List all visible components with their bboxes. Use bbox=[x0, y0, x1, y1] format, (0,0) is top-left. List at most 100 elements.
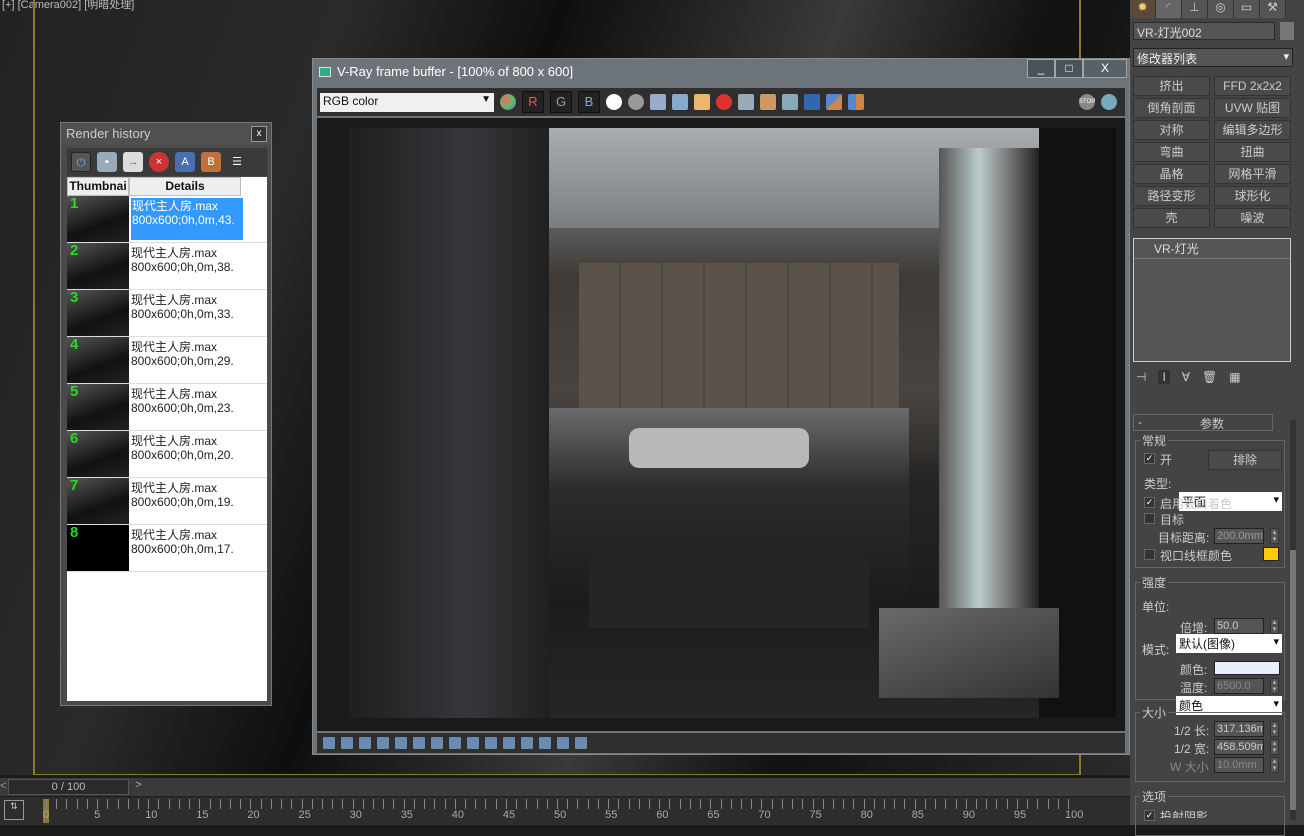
modifier-button[interactable]: 噪波 bbox=[1214, 208, 1291, 228]
time-slider-track[interactable]: < 0 / 100 > bbox=[0, 778, 1130, 796]
channel-select[interactable]: RGB color ▼ bbox=[320, 92, 494, 112]
wire-color-swatch[interactable] bbox=[1263, 547, 1279, 561]
blue-channel-toggle[interactable]: B bbox=[578, 91, 600, 113]
configure-sets-icon[interactable]: ▦ bbox=[1229, 370, 1240, 384]
maximize-button[interactable]: □ bbox=[1055, 59, 1083, 78]
lut-icon[interactable] bbox=[377, 737, 389, 749]
save-icon[interactable]: ▪ bbox=[97, 152, 117, 172]
history-item[interactable]: 2 现代主人房.max 800x600;0h,0m,38. bbox=[67, 243, 267, 290]
modifier-button[interactable]: FFD 2x2x2 bbox=[1214, 76, 1291, 96]
half-length-field[interactable]: 317.136m bbox=[1214, 721, 1264, 737]
history-item[interactable]: 5 现代主人房.max 800x600;0h,0m,23. bbox=[67, 384, 267, 431]
info-icon[interactable] bbox=[359, 737, 371, 749]
track-mouse-icon[interactable] bbox=[760, 94, 776, 110]
column-header-details[interactable]: Details bbox=[129, 177, 241, 196]
utilities-tab-icon[interactable]: ⚒ bbox=[1260, 0, 1286, 18]
make-unique-icon[interactable]: ∀ bbox=[1182, 370, 1190, 384]
modifier-button[interactable]: 挤出 bbox=[1133, 76, 1210, 96]
next-frame-button[interactable]: > bbox=[131, 779, 146, 795]
ab-horizontal-icon[interactable] bbox=[826, 94, 842, 110]
modifier-button[interactable]: 扭曲 bbox=[1214, 142, 1291, 162]
settings-icon[interactable] bbox=[575, 737, 587, 749]
modifier-button[interactable]: 对称 bbox=[1133, 120, 1210, 140]
modifier-button[interactable]: 弯曲 bbox=[1133, 142, 1210, 162]
timeline-ruler[interactable]: ⇅ 0 5 10 15 20 25 30 35 40 45 50 55 60 65 70 75 80 85 90 95… bbox=[0, 797, 1130, 825]
color-channels-icon[interactable] bbox=[500, 94, 516, 110]
wire-color-checkbox[interactable] bbox=[1144, 549, 1155, 560]
half-width-spinner[interactable]: ▴ ▾ bbox=[1270, 739, 1279, 755]
prev-frame-button[interactable]: < bbox=[0, 780, 6, 792]
stop-icon[interactable]: STOP bbox=[1079, 94, 1095, 110]
panel-scrollbar[interactable] bbox=[1290, 420, 1296, 820]
bg-icon[interactable] bbox=[467, 737, 479, 749]
target-distance-spinner[interactable]: ▴ ▾ bbox=[1270, 528, 1279, 544]
h-flip-icon[interactable] bbox=[521, 737, 533, 749]
compare-b-button[interactable]: B bbox=[201, 152, 221, 172]
curves-icon[interactable] bbox=[431, 737, 443, 749]
history-item[interactable]: 6 现代主人房.max 800x600;0h,0m,20. bbox=[67, 431, 267, 478]
temperature-spinner[interactable]: ▴ ▾ bbox=[1270, 678, 1279, 694]
modifier-button[interactable]: 球形化 bbox=[1214, 186, 1291, 206]
cast-shadows-checkbox[interactable]: ✓ bbox=[1144, 810, 1155, 821]
half-width-field[interactable]: 458.509m bbox=[1214, 739, 1264, 755]
w-size-spinner[interactable]: ▴ ▾ bbox=[1270, 757, 1279, 773]
history-item[interactable]: 4 现代主人房.max 800x600;0h,0m,29. bbox=[67, 337, 267, 384]
power-icon[interactable]: ⏻ bbox=[71, 152, 91, 172]
object-color-swatch[interactable] bbox=[1280, 22, 1294, 40]
history-icon[interactable] bbox=[341, 737, 353, 749]
teapot-region-icon[interactable] bbox=[782, 94, 798, 110]
key-filter-icon[interactable]: ⇅ bbox=[4, 800, 24, 820]
export-icon[interactable]: → bbox=[123, 152, 143, 172]
compare-icon[interactable] bbox=[804, 94, 820, 110]
compare-a-button[interactable]: A bbox=[175, 152, 195, 172]
save-icon[interactable] bbox=[650, 94, 666, 110]
collapse-toggle[interactable]: - bbox=[1134, 415, 1142, 429]
modifier-button[interactable]: 编辑多边形 bbox=[1214, 120, 1291, 140]
mono-icon[interactable] bbox=[628, 94, 644, 110]
alpha-icon[interactable] bbox=[606, 94, 622, 110]
object-name-field[interactable]: VR-灯光002 bbox=[1133, 22, 1275, 40]
light-color-swatch[interactable] bbox=[1214, 661, 1280, 675]
column-header-thumbnail[interactable]: Thumbnai bbox=[67, 177, 129, 196]
ocio-icon[interactable] bbox=[485, 737, 497, 749]
duplicate-icon[interactable] bbox=[738, 94, 754, 110]
pin-stack-icon[interactable]: ⊣ bbox=[1136, 370, 1146, 384]
red-channel-toggle[interactable]: R bbox=[522, 91, 544, 113]
delete-icon[interactable]: × bbox=[149, 152, 169, 172]
multiplier-spinner[interactable]: ▴ ▾ bbox=[1270, 618, 1279, 634]
modifier-button[interactable]: UVW 贴图 bbox=[1214, 98, 1291, 118]
display-tab-icon[interactable]: ▭ bbox=[1234, 0, 1260, 18]
time-slider-thumb[interactable]: 0 / 100 bbox=[8, 779, 129, 795]
clear-icon[interactable] bbox=[716, 94, 732, 110]
history-item[interactable]: 7 现代主人房.max 800x600;0h,0m,19. bbox=[67, 478, 267, 525]
menu-icon[interactable]: ☰ bbox=[227, 152, 247, 172]
w-size-field[interactable]: 10.0mm bbox=[1214, 757, 1264, 773]
exclude-button[interactable]: 排除 bbox=[1208, 450, 1282, 470]
modify-tab-icon[interactable]: ◜ bbox=[1156, 0, 1182, 18]
stereo-icon[interactable] bbox=[557, 737, 569, 749]
exposure-icon[interactable] bbox=[449, 737, 461, 749]
save-all-icon[interactable] bbox=[672, 94, 688, 110]
hierarchy-tab-icon[interactable]: ⊥ bbox=[1182, 0, 1208, 18]
unit-dropdown[interactable]: 默认(图像) bbox=[1176, 634, 1282, 653]
modifier-button[interactable]: 晶格 bbox=[1133, 164, 1210, 184]
render-canvas[interactable] bbox=[317, 118, 1125, 731]
history-item[interactable]: 8 现代主人房.max 800x600;0h,0m,17. bbox=[67, 525, 267, 572]
pixel-aspect-icon[interactable] bbox=[539, 737, 551, 749]
on-checkbox[interactable]: ✓ bbox=[1144, 453, 1155, 464]
open-folder-icon[interactable] bbox=[694, 94, 710, 110]
close-button[interactable]: x bbox=[251, 126, 267, 142]
modifier-button[interactable]: 壳 bbox=[1133, 208, 1210, 228]
render-teapot-icon[interactable] bbox=[1101, 94, 1117, 110]
motion-tab-icon[interactable]: ◎ bbox=[1208, 0, 1234, 18]
show-end-result-icon[interactable]: I bbox=[1158, 370, 1170, 384]
panel-icon[interactable] bbox=[323, 737, 335, 749]
lens-effects-icon[interactable] bbox=[503, 737, 515, 749]
parameters-rollout-header[interactable]: - 参数 bbox=[1133, 414, 1273, 431]
create-tab-icon[interactable]: ✹ bbox=[1130, 0, 1156, 18]
target-distance-field[interactable]: 200.0mm bbox=[1214, 528, 1264, 544]
history-item[interactable]: 3 现代主人房.max 800x600;0h,0m,33. bbox=[67, 290, 267, 337]
multiplier-field[interactable]: 50.0 bbox=[1214, 618, 1264, 634]
modifier-list-dropdown[interactable]: 修改器列表 bbox=[1133, 48, 1293, 67]
close-button[interactable]: X bbox=[1083, 59, 1127, 78]
